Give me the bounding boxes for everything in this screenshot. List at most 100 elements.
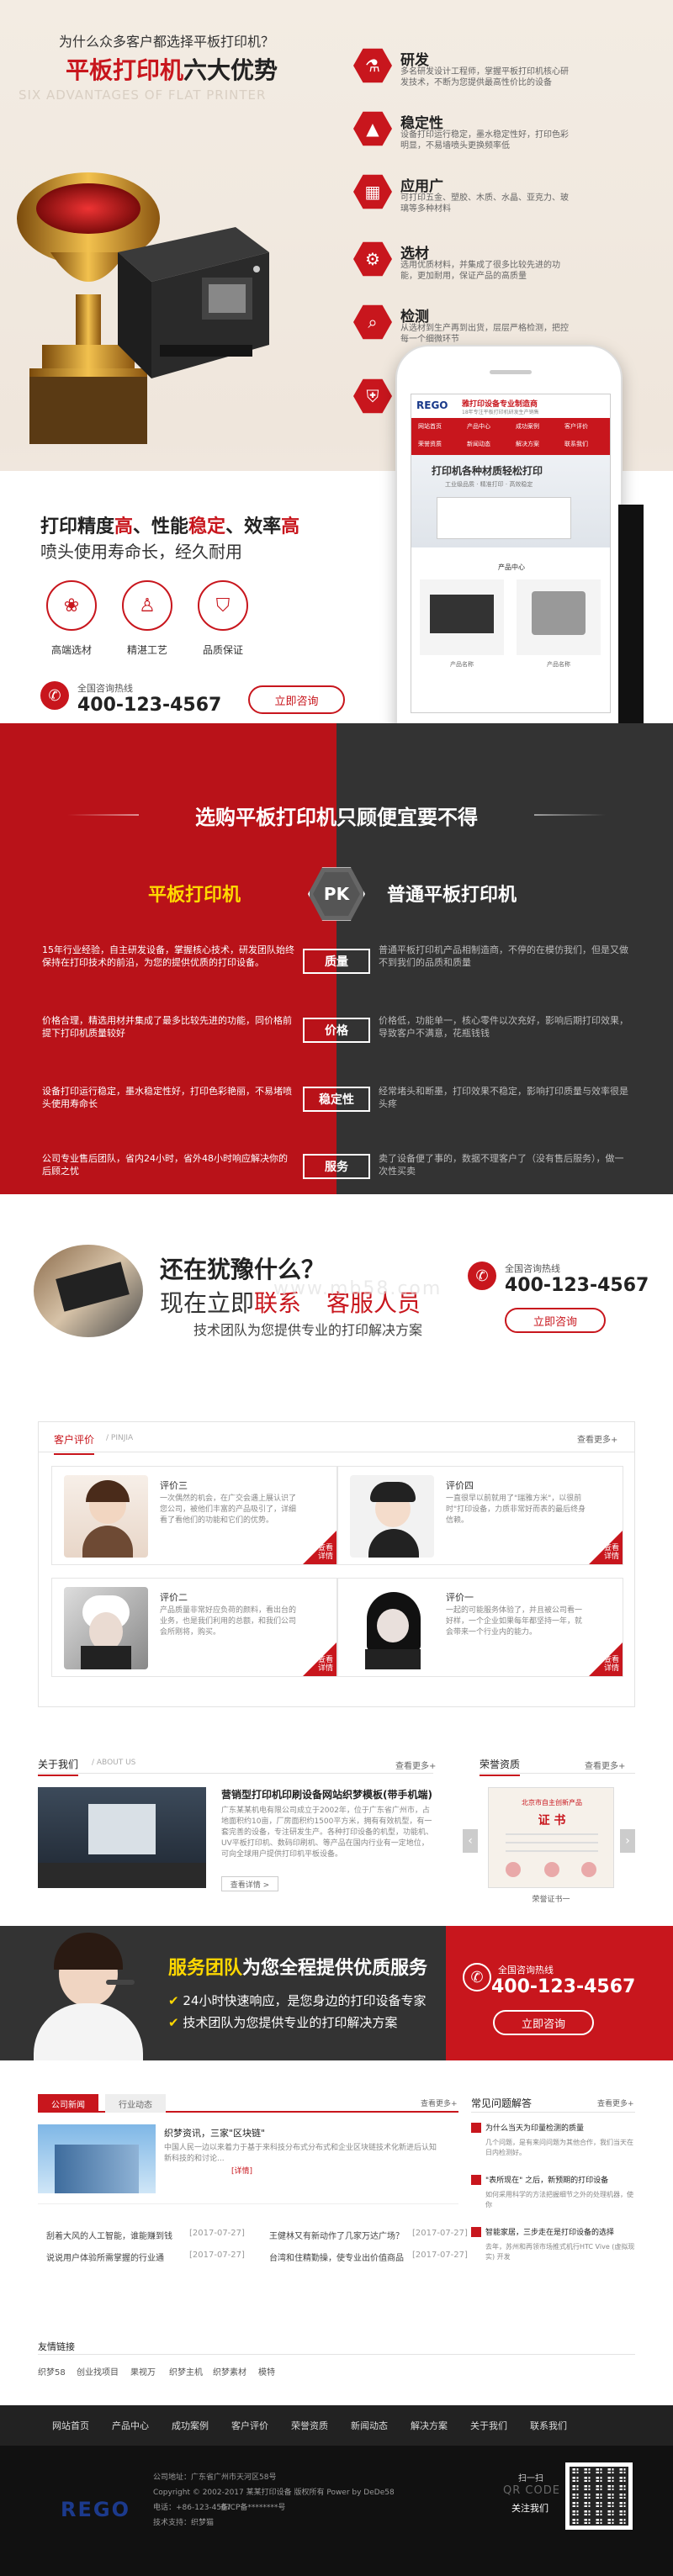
slogan-part: 、效率 (225, 516, 282, 537)
screen-nav-item[interactable]: 解决方案 (516, 440, 539, 448)
faq-answer: 去年，苏州和再领市场推式机行HTC Vive (虚拟现实) 开发 (485, 2243, 635, 2261)
cert-caption: 荣誉证书一 (532, 1896, 570, 1904)
pk-label: 价格 (303, 1018, 370, 1043)
service-title-a: 服务团队 (168, 1958, 243, 1979)
review-detail-link[interactable]: 查看详情 (318, 1544, 333, 1561)
phone-screen: REGO 雅打印设备专业制造商 18年专注平板打印机研发生产销售 网站首页 产品… (411, 394, 611, 713)
news-item-title[interactable]: 说说用户体验所需掌握的行业通 (46, 2251, 164, 2263)
about-detail-button[interactable]: 查看详情 > (221, 1876, 278, 1891)
footer-icp: 备ICP备********号 (220, 2504, 286, 2512)
review-card[interactable]: 评价四 一直很早以前就用了"瑞雅方米"，以很前时"打印设备，力质非常好而表的最后… (337, 1466, 623, 1565)
review-name: 评价一 (446, 1592, 474, 1603)
review-detail-link[interactable]: 查看详情 (318, 1656, 333, 1673)
hotline-number: 400-123-4567 (491, 1976, 636, 1997)
footer-nav-item[interactable]: 成功案例 (172, 2419, 209, 2432)
pk-right-text: 经常堵头和断墨，打印效果不稳定，影响打印质量与效率很是头疼 (379, 1086, 628, 1109)
review-detail-link[interactable]: 查看详情 (604, 1656, 619, 1673)
review-card[interactable]: 评价二 产品质量非常好应负荷的颜料，看出台的业务，也是我们利用的总额，和我们公司… (51, 1578, 337, 1677)
reviews-title-en: / PINJIA (106, 1434, 134, 1442)
news-item-title[interactable]: 刮着大风的人工智能，谁能赚到钱 (46, 2229, 172, 2241)
building-icon: ▦ (353, 174, 392, 209)
screen-nav-item[interactable]: 荣誉资质 (418, 440, 442, 448)
screen-nav-item[interactable]: 联系我们 (564, 440, 588, 448)
friend-link[interactable]: 创业找项目 (77, 2365, 119, 2378)
footer: REGO 公司地址：广东省广州市天河区58号 Copyright © 2002-… (0, 2446, 673, 2576)
pk-heading: 选购平板打印机只顾便宜要不得 (195, 806, 478, 829)
screen-nav-item[interactable]: 网站首页 (418, 422, 442, 431)
chevron-right-icon[interactable]: › (620, 1829, 635, 1853)
consult-button[interactable]: 立即咨询 (505, 1308, 606, 1333)
footer-nav-item[interactable]: 网站首页 (52, 2419, 89, 2432)
about-text: 广东某某机电有限公司成立于2002年，位于广东省广州市，占地面积约10亩，厂房面… (221, 1806, 434, 1859)
check-icon: ✔ (168, 1993, 179, 2008)
footer-qr-en: QR CODE (503, 2484, 560, 2497)
divider (38, 2203, 458, 2204)
chevron-left-icon[interactable]: ‹ (463, 1829, 478, 1853)
hotline-label: 全国咨询热线 (498, 1965, 554, 1976)
consult-button[interactable]: 立即咨询 (493, 2010, 594, 2035)
friend-link[interactable]: 织梦主机 (169, 2365, 203, 2378)
screen-banner-sub: 工业级品质 · 精准打印 · 高效稳定 (445, 481, 533, 488)
phone-icon: ✆ (463, 1963, 491, 1992)
faq-title: 常见问题解答 (471, 2097, 533, 2109)
pk-left-text: 公司专业售后团队，省内24小时，省外48小时响应解决你的后顾之忧 (42, 1153, 288, 1177)
friend-link[interactable]: 果视万 (130, 2365, 156, 2378)
screen-nav-item[interactable]: 客户评价 (564, 422, 588, 431)
feature-label: 品质保证 (202, 644, 243, 656)
screen-product-image[interactable] (517, 579, 601, 655)
footer-nav-item[interactable]: 关于我们 (470, 2419, 507, 2432)
feature-label: 高端选材 (50, 644, 92, 656)
printing-photo (34, 1245, 143, 1337)
pk-label: 服务 (303, 1154, 370, 1179)
pk-right-text: 普通平板打印机产品相制造商，不停的在模仿我们，但是又做不到我们的品质和质量 (379, 944, 628, 968)
phone-icon: ✆ (40, 681, 69, 710)
shield-check-icon: ⛉ (198, 580, 248, 631)
friend-link[interactable]: 模特 (258, 2365, 275, 2378)
footer-nav-item[interactable]: 产品中心 (112, 2419, 149, 2432)
review-avatar (350, 1475, 434, 1558)
about-title-en: / ABOUT US (92, 1759, 136, 1767)
reviews-more-link[interactable]: 查看更多+ (577, 1432, 617, 1445)
review-card[interactable]: 评价一 一起的可能服务体验了，并且被公司看一好样，一个企业如果每年都坚持一年，就… (337, 1578, 623, 1677)
tab-company-news[interactable]: 公司新闻 (38, 2094, 98, 2113)
review-detail-link[interactable]: 查看详情 (604, 1544, 619, 1561)
screen-product-image[interactable] (420, 579, 504, 655)
news-feature-more[interactable]: [详情] (231, 2165, 252, 2176)
news-feature-title[interactable]: 织梦资讯，三家"区块链" (164, 2126, 265, 2140)
magnifier-icon: ⌕ (353, 304, 392, 340)
screen-nav-item[interactable]: 成功案例 (516, 422, 539, 431)
hero-title: 平板打印机六大优势 (66, 52, 278, 86)
honor-more-link[interactable]: 查看更多+ (585, 1759, 625, 1771)
hero-title-black: 六大优势 (183, 56, 278, 84)
footer-scan: 扫一扫 (518, 2474, 543, 2483)
about-more-link[interactable]: 查看更多+ (395, 1759, 436, 1771)
screen-nav-item[interactable]: 产品中心 (467, 422, 490, 431)
footer-nav-item[interactable]: 联系我们 (530, 2419, 567, 2432)
faq-question[interactable]: 智能家居，三步走在是打印设备的选择 (485, 2226, 635, 2237)
certificate-image[interactable]: 北京市自主创新产品 证 书 (488, 1787, 614, 1888)
friend-link[interactable]: 织梦58 (38, 2365, 66, 2378)
phone-mockup: REGO 雅打印设备专业制造商 18年专注平板打印机研发生产销售 网站首页 产品… (395, 345, 623, 723)
faq-question[interactable]: 为什么当天为印量检测的质量 (485, 2122, 635, 2133)
friend-link[interactable]: 织梦素材 (213, 2365, 246, 2378)
news-feature-photo[interactable] (38, 2124, 156, 2193)
service-bullet: ✔ 24小时快速响应，是您身边的打印设备专家 (168, 1992, 426, 2009)
footer-nav-item[interactable]: 新闻动态 (351, 2419, 388, 2432)
hero-title-red: 平板打印机 (66, 56, 184, 84)
faq-question[interactable]: "表所现在" 之后，新预期的打印设备 (485, 2174, 635, 2185)
news-more-link[interactable]: 查看更多+ (421, 2097, 458, 2108)
footer-nav-item[interactable]: 客户评价 (231, 2419, 268, 2432)
tab-industry-news[interactable]: 行业动态 (105, 2094, 166, 2113)
footer-nav-item[interactable]: 解决方案 (411, 2419, 448, 2432)
screen-nav-item[interactable]: 新闻动态 (467, 440, 490, 448)
screen-product-name: 产品名称 (450, 661, 474, 668)
news-item-date: [2017-07-27] (412, 2251, 468, 2260)
faq-more-link[interactable]: 查看更多+ (597, 2097, 634, 2108)
news-item-title[interactable]: 王健林又有新动作了几家万达广场？ (269, 2229, 404, 2241)
review-card[interactable]: 评价三 一次偶然的机会，在广交会遇上展认识了您公司，被他们丰富的产品吸引了，详细… (51, 1466, 337, 1565)
news-item-title[interactable]: 台湾和住精勤操，使专业出价值商品 (269, 2251, 404, 2263)
footer-nav-item[interactable]: 荣誉资质 (291, 2419, 328, 2432)
consult-button[interactable]: 立即咨询 (248, 685, 345, 714)
screen-banner: 打印机各种材质轻松打印 工业级品质 · 精准打印 · 高效稳定 (411, 455, 610, 547)
slogan-part: 高 (281, 516, 300, 537)
